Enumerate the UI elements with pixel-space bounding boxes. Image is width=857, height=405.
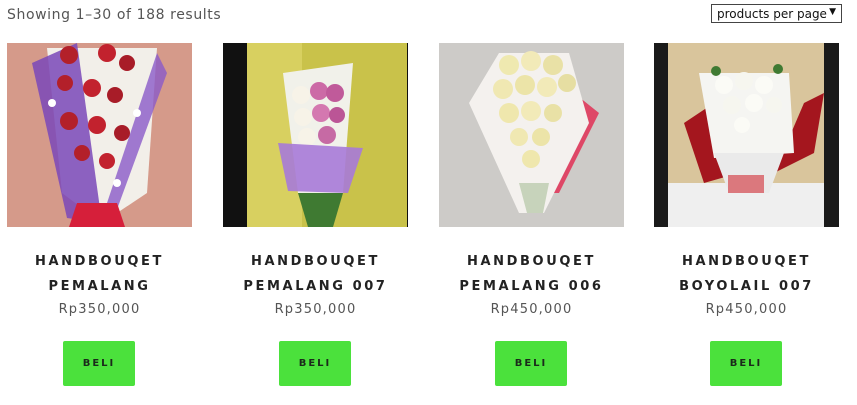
product-title[interactable]: HANDBOUQET PEMALANG 006 [439, 249, 624, 299]
products-per-page-select[interactable]: products per page ▼ [711, 4, 842, 23]
product-title[interactable]: HANDBOUQET BOYOLAIL 007 [654, 249, 839, 299]
buy-button[interactable]: BELI [495, 341, 567, 386]
dropdown-arrow-icon: ▼ [829, 7, 836, 17]
product-title[interactable]: HANDBOUQET PEMALANG [7, 249, 192, 299]
product-card: HANDBOUQET PEMALANG 006 Rp450,000 BELI [439, 43, 624, 393]
product-card: HANDBOUQET PEMALANG 007 Rp350,000 BELI [223, 43, 408, 393]
product-image[interactable] [654, 43, 839, 227]
product-title[interactable]: HANDBOUQET PEMALANG 007 [223, 249, 408, 299]
product-card: HANDBOUQET BOYOLAIL 007 Rp450,000 BELI [654, 43, 839, 393]
product-price: Rp450,000 [490, 302, 573, 317]
product-image[interactable] [223, 43, 408, 227]
per-page-selected-label: products per page [717, 6, 827, 21]
buy-button[interactable]: BELI [63, 341, 135, 386]
product-image[interactable] [439, 43, 624, 227]
product-card: HANDBOUQET PEMALANG Rp350,000 BELI [7, 43, 192, 393]
buy-button[interactable]: BELI [279, 341, 351, 386]
product-image[interactable] [7, 43, 192, 227]
product-price: Rp350,000 [274, 302, 357, 317]
buy-button[interactable]: BELI [710, 341, 782, 386]
result-count: Showing 1–30 of 188 results [7, 7, 222, 23]
product-price: Rp450,000 [705, 302, 788, 317]
product-price: Rp350,000 [58, 302, 141, 317]
